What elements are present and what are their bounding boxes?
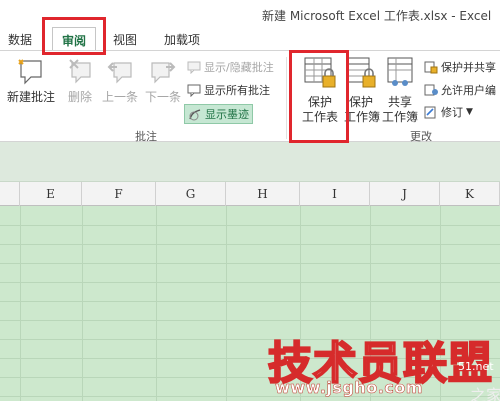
allow-users-icon [424, 84, 438, 95]
grid-line [156, 206, 157, 401]
tab-addins[interactable]: 加载项 [164, 31, 200, 48]
grid-line [0, 263, 500, 264]
track-changes-button[interactable]: 修订 ▼ [424, 104, 473, 120]
column-header-k[interactable]: K [440, 182, 500, 206]
track-changes-label: 修订 [441, 106, 463, 119]
show-hide-comment-icon [187, 61, 201, 74]
show-hide-comment-label: 显示/隐藏批注 [204, 61, 274, 74]
grid-line [0, 282, 500, 283]
show-all-comments-button[interactable]: 显示所有批注 [187, 82, 270, 98]
column-header-spacer [0, 182, 20, 206]
grid-line [0, 396, 500, 397]
share-workbook-label-2: 工作簿 [381, 110, 418, 124]
column-header-j[interactable]: J [370, 182, 440, 206]
show-all-comments-label: 显示所有批注 [204, 84, 270, 97]
grid-line [0, 320, 500, 321]
review-tab-highlight [42, 17, 106, 55]
share-workbook-button[interactable]: 共享 工作簿 [380, 56, 420, 125]
protect-share-icon [424, 61, 438, 73]
new-comment-icon [18, 59, 42, 85]
grid-line [0, 301, 500, 302]
ink-icon [189, 108, 201, 120]
column-header-g[interactable]: G [156, 182, 226, 206]
protect-sheet-highlight [289, 50, 349, 143]
delete-comment-button[interactable]: 删除 [63, 57, 97, 105]
tab-view[interactable]: 视图 [113, 31, 137, 48]
protect-workbook-label-2: 工作簿 [344, 110, 381, 124]
protect-workbook-button[interactable]: 保护 工作簿 [344, 56, 381, 125]
formula-bar-area [0, 142, 500, 182]
window-title: 新建 Microsoft Excel 工作表.xlsx - Excel [262, 9, 492, 23]
new-comment-label: 新建批注 [6, 90, 55, 104]
protect-and-share-button[interactable]: 保护并共享 [424, 59, 496, 75]
track-changes-icon [424, 106, 436, 118]
column-header-e[interactable]: E [20, 182, 82, 206]
show-ink-label: 显示墨迹 [205, 108, 249, 121]
allow-users-edit-button[interactable]: 允许用户编 [424, 82, 496, 98]
protect-and-share-label: 保护并共享 [441, 61, 496, 74]
ribbon-body: 新建批注 删除 上一条 下一条 显示/隐藏批注 显示所有批注 显示墨迹 批注 保… [0, 50, 500, 143]
new-comment-button[interactable]: 新建批注 [6, 57, 56, 105]
share-workbook-label-1: 共享 [387, 95, 412, 109]
delete-comment-icon [69, 59, 91, 84]
protect-workbook-label-1: 保护 [348, 95, 373, 109]
watermark-url: www.jsgho.com [275, 378, 423, 398]
column-header-h[interactable]: H [226, 182, 300, 206]
previous-label: 上一条 [101, 90, 138, 104]
column-header-row: E F G H I J K [0, 182, 500, 206]
group-separator [286, 57, 287, 139]
grid-line [0, 225, 500, 226]
tab-data[interactable]: 数据 [8, 31, 32, 48]
previous-arrow-icon [107, 62, 132, 84]
next-comment-button[interactable]: 下一条 [143, 57, 183, 105]
watermark-suffix: 之家 [470, 386, 500, 401]
delete-label: 删除 [67, 90, 92, 104]
grid-line [20, 206, 21, 401]
grid-line [226, 206, 227, 401]
previous-comment-button[interactable]: 上一条 [100, 57, 140, 105]
allow-users-edit-label: 允许用户编 [441, 84, 496, 97]
column-header-f[interactable]: F [82, 182, 156, 206]
grid-line [0, 244, 500, 245]
show-hide-comment-button[interactable]: 显示/隐藏批注 [187, 59, 274, 75]
column-header-i[interactable]: I [300, 182, 370, 206]
show-all-comments-icon [187, 84, 201, 97]
track-changes-dropdown-icon: ▼ [466, 107, 473, 117]
watermark-domain: 51.net [458, 360, 494, 373]
show-ink-button[interactable]: 显示墨迹 [184, 104, 253, 124]
next-arrow-icon [151, 62, 176, 84]
grid-line [82, 206, 83, 401]
protect-workbook-icon [346, 57, 376, 88]
share-workbook-icon [387, 57, 413, 86]
next-label: 下一条 [144, 90, 181, 104]
